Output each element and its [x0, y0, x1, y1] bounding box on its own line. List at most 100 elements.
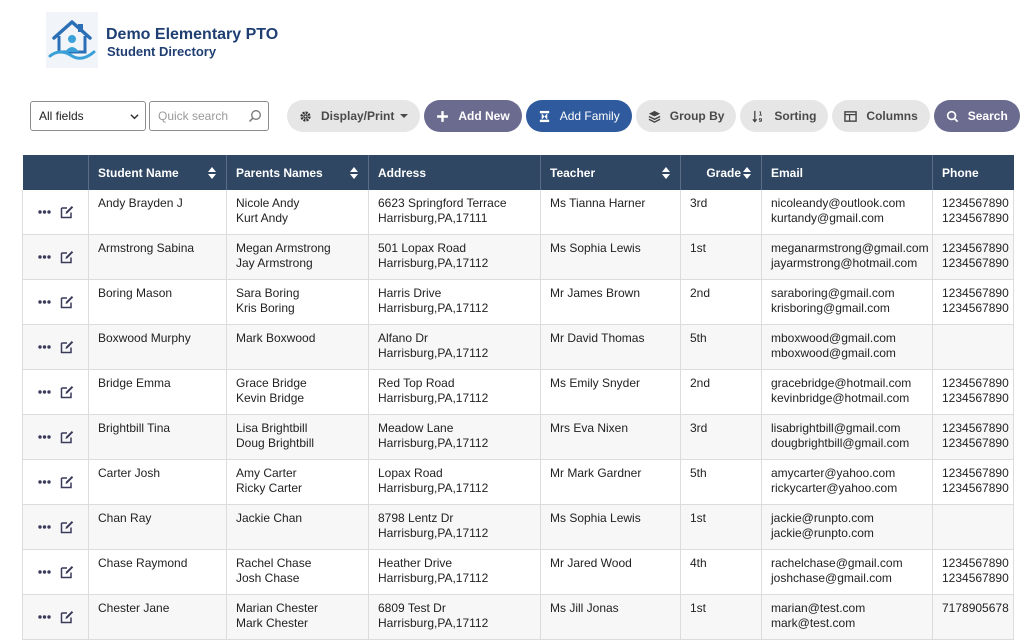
- table-row[interactable]: Boring Mason Sara Boring Kris Boring Harr…: [22, 279, 1014, 325]
- group-by-button[interactable]: Group By: [635, 100, 737, 132]
- edit-icon[interactable]: [60, 385, 74, 399]
- row-actions-cell: [22, 369, 89, 415]
- phone-cell: 1234567890 1234567890: [932, 459, 1014, 505]
- more-options-icon[interactable]: [37, 480, 51, 484]
- column-header-label: Parents Names: [236, 165, 323, 180]
- email-cell: jackie@runpto.com jackie@runpto.com: [761, 504, 933, 550]
- email-cell: gracebridge@hotmail.com kevinbridge@hotma…: [761, 369, 933, 415]
- column-header-label: Grade: [706, 165, 741, 180]
- teacher-name: Ms Sophia Lewis: [550, 511, 641, 525]
- search-icon[interactable]: [248, 109, 262, 123]
- display-print-button[interactable]: Display/Print: [287, 100, 421, 132]
- column-header-teacher[interactable]: Teacher: [540, 155, 681, 190]
- grade-cell: 3rd: [680, 190, 762, 235]
- edit-icon[interactable]: [60, 475, 74, 489]
- sorting-button[interactable]: 19 Sorting: [740, 100, 829, 132]
- table-row[interactable]: Carter Josh Amy Carter Ricky Carter Lopax…: [22, 459, 1014, 505]
- teacher-cell: Ms Sophia Lewis: [540, 234, 681, 280]
- column-header-parents-names[interactable]: Parents Names: [226, 155, 369, 190]
- grade: 2nd: [690, 376, 711, 390]
- search-field-select[interactable]: All fields: [30, 101, 146, 131]
- phone-cell: 1234567890 1234567890: [932, 279, 1014, 325]
- teacher-name: Ms Emily Snyder: [550, 376, 641, 390]
- email-cell: meganarmstrong@gmail.com jayarmstrong@hot…: [761, 234, 933, 280]
- edit-icon[interactable]: [60, 610, 74, 624]
- search-button[interactable]: Search: [933, 100, 1020, 132]
- column-header-phone[interactable]: Phone: [932, 155, 1014, 190]
- phone-number: 1234567890: [942, 570, 1009, 585]
- edit-icon[interactable]: [60, 565, 74, 579]
- more-options-icon[interactable]: [37, 615, 51, 619]
- more-options-icon[interactable]: [37, 345, 51, 349]
- table-row[interactable]: Boxwood Murphy Mark Boxwood Alfano Dr Har…: [22, 324, 1014, 370]
- sort-icon[interactable]: [743, 166, 751, 179]
- edit-icon[interactable]: [60, 205, 74, 219]
- parents-names-cell: Jackie Chan: [226, 504, 369, 550]
- family-icon: [539, 110, 549, 122]
- grade-cell: 1st: [680, 504, 762, 550]
- phone-cell: [932, 504, 1014, 550]
- more-options-icon[interactable]: [37, 570, 51, 574]
- edit-icon[interactable]: [60, 250, 74, 264]
- email-address: krisboring@gmail.com: [771, 300, 890, 315]
- address-street: 6809 Test Dr: [378, 601, 446, 615]
- sort-icon[interactable]: [662, 167, 670, 179]
- column-header-grade[interactable]: Grade: [680, 155, 762, 190]
- organization-title: Demo Elementary PTO: [106, 26, 279, 43]
- more-options-icon[interactable]: [37, 390, 51, 394]
- student-name: Armstrong Sabina: [98, 241, 195, 255]
- parent-name: Amy Carter: [236, 466, 297, 480]
- edit-icon[interactable]: [60, 340, 74, 354]
- phone-cell: 1234567890 1234567890: [932, 190, 1014, 235]
- email-address: joshchase@gmail.com: [771, 570, 892, 585]
- add-new-button[interactable]: Add New: [424, 100, 522, 132]
- edit-icon[interactable]: [60, 430, 74, 444]
- table-row[interactable]: Chan Ray Jackie Chan 8798 Lentz Dr Harris…: [22, 504, 1014, 550]
- table-row[interactable]: Brightbill Tina Lisa Brightbill Doug Brig…: [22, 414, 1014, 460]
- parents-names-cell: Marian Chester Mark Chester: [226, 594, 369, 640]
- add-family-button[interactable]: Add Family: [525, 100, 632, 132]
- group-by-label: Group By: [669, 109, 725, 123]
- column-header-email[interactable]: Email: [761, 155, 933, 190]
- sort-icon[interactable]: [350, 167, 358, 179]
- grade-cell: 1st: [680, 234, 762, 280]
- phone-cell: 1234567890 1234567890: [932, 414, 1014, 460]
- student-name: Boring Mason: [98, 286, 173, 300]
- more-options-icon[interactable]: [37, 525, 51, 529]
- parents-names-cell: Lisa Brightbill Doug Brightbill: [226, 414, 369, 460]
- columns-label: Columns: [866, 109, 918, 123]
- email-address: dougbrightbill@gmail.com: [771, 435, 910, 450]
- columns-button[interactable]: Columns: [832, 100, 930, 132]
- edit-icon[interactable]: [60, 520, 74, 534]
- email-address: rachelchase@gmail.com: [771, 556, 903, 570]
- grade: 5th: [690, 331, 707, 345]
- toolbar: All fields Quick search Display/Print Ad…: [30, 100, 1020, 132]
- quick-search-input[interactable]: Quick search: [149, 101, 269, 131]
- student-name-cell: Armstrong Sabina: [88, 234, 227, 280]
- grade: 3rd: [690, 196, 708, 210]
- address-cell: Heather Drive Harrisburg,PA,17112: [368, 549, 541, 595]
- table-row[interactable]: Chester Jane Marian Chester Mark Chester …: [22, 594, 1014, 640]
- column-header-address[interactable]: Address: [368, 155, 541, 190]
- more-options-icon[interactable]: [37, 255, 51, 259]
- email-address: mboxwood@gmail.com: [771, 331, 896, 345]
- table-row[interactable]: Chase Raymond Rachel Chase Josh Chase Hea…: [22, 549, 1014, 595]
- edit-icon[interactable]: [60, 295, 74, 309]
- more-options-icon[interactable]: [37, 210, 51, 214]
- student-name: Bridge Emma: [98, 376, 171, 390]
- address-street: Heather Drive: [378, 556, 453, 570]
- column-header-student-name[interactable]: Student Name: [88, 155, 227, 190]
- table-row[interactable]: Bridge Emma Grace Bridge Kevin Bridge Red…: [22, 369, 1014, 415]
- teacher-cell: Mr James Brown: [540, 279, 681, 325]
- table-row[interactable]: Armstrong Sabina Megan Armstrong Jay Arms…: [22, 234, 1014, 280]
- parent-name: Megan Armstrong: [236, 241, 331, 255]
- student-name-cell: Boxwood Murphy: [88, 324, 227, 370]
- more-options-icon[interactable]: [37, 300, 51, 304]
- email-cell: mboxwood@gmail.com mboxwood@gmail.com: [761, 324, 933, 370]
- email-cell: rachelchase@gmail.com joshchase@gmail.com: [761, 549, 933, 595]
- more-options-icon[interactable]: [37, 435, 51, 439]
- student-name: Brightbill Tina: [98, 421, 171, 435]
- table-row[interactable]: Andy Brayden J Nicole Andy Kurt Andy 6623…: [22, 190, 1014, 235]
- address-cell: Alfano Dr Harrisburg,PA,17112: [368, 324, 541, 370]
- sort-icon[interactable]: [208, 167, 216, 179]
